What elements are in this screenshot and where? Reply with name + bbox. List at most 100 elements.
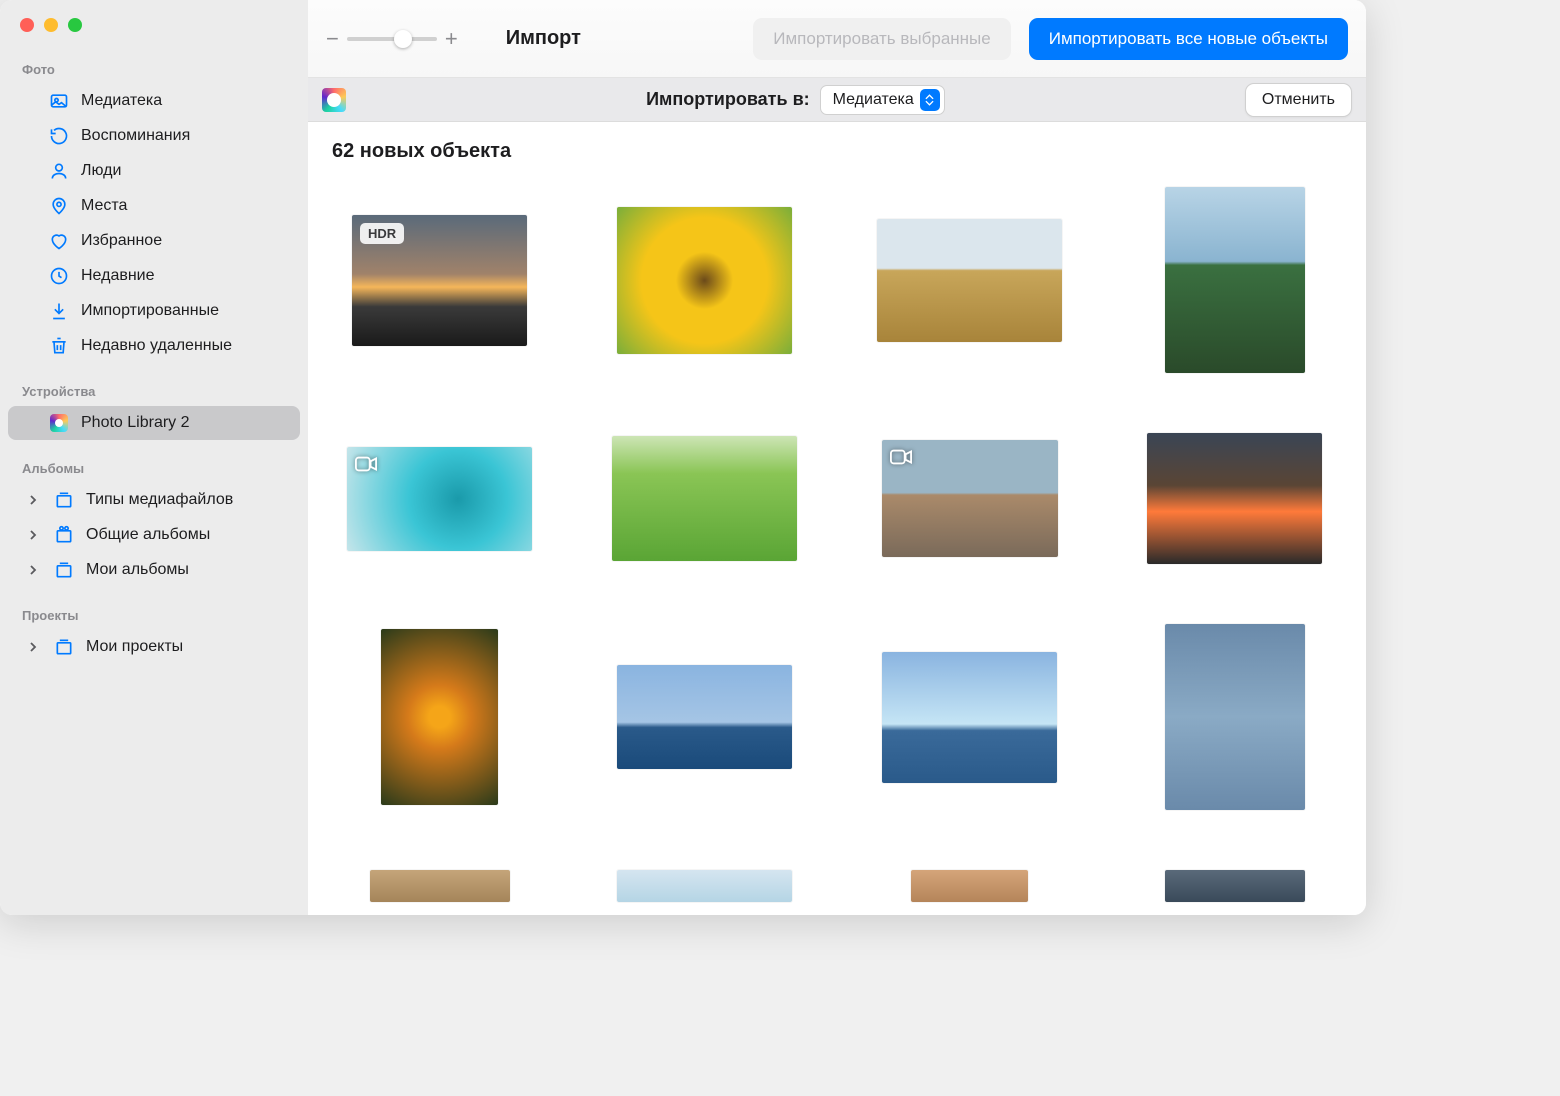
page-title: Импорт: [506, 27, 581, 50]
sidebar-item-label: Импортированные: [81, 302, 219, 320]
import-to-label: Импортировать в:: [646, 89, 810, 110]
photo-thumbnail[interactable]: [1165, 870, 1305, 902]
photo-thumbnail[interactable]: [347, 447, 532, 551]
thumbnail-image: [882, 652, 1057, 783]
zoom-in-icon[interactable]: +: [445, 26, 458, 52]
photo-thumbnail[interactable]: [617, 870, 792, 902]
chevron-right-icon[interactable]: [26, 494, 40, 506]
photo-thumbnail[interactable]: [1165, 187, 1305, 373]
import-destination-value: Медиатека: [833, 91, 914, 109]
album-icon: [53, 489, 75, 511]
sidebar-section-projects: Проекты: [0, 602, 308, 629]
sidebar-item-label: Избранное: [81, 232, 162, 250]
photo-thumbnail[interactable]: [882, 440, 1058, 557]
places-icon: [48, 195, 70, 217]
photo-thumbnail[interactable]: [1147, 433, 1322, 564]
thumbnail-image: [1165, 624, 1305, 810]
photo-thumbnail[interactable]: [1165, 624, 1305, 810]
sidebar-item-label: Недавно удаленные: [81, 337, 232, 355]
library-icon: [48, 90, 70, 112]
sidebar-item-label: Photo Library 2: [81, 414, 190, 432]
app-window: Фото Медиатека Воспоминания Люди Места Избра…: [0, 0, 1366, 915]
photo-thumbnail[interactable]: [617, 665, 792, 769]
thumbnail-image: [1165, 187, 1305, 373]
sidebar-item-library[interactable]: Медиатека: [8, 84, 300, 118]
close-window-button[interactable]: [20, 18, 34, 32]
fullscreen-window-button[interactable]: [68, 18, 82, 32]
zoom-slider[interactable]: − +: [326, 26, 458, 52]
video-badge-icon: [890, 448, 912, 466]
thumbnail-image: [617, 207, 792, 354]
main-area: − + Импорт Импортировать выбранные Импор…: [308, 0, 1366, 915]
photo-thumbnail[interactable]: [612, 436, 797, 561]
import-destination-select[interactable]: Медиатека: [820, 85, 945, 115]
sidebar-section-photos: Фото: [0, 56, 308, 83]
zoom-knob[interactable]: [394, 30, 412, 48]
content-scroll[interactable]: 62 новых объекта HDR: [308, 122, 1366, 915]
sidebar-item-label: Типы медиафайлов: [86, 491, 233, 509]
thumbnail-image: [370, 870, 510, 902]
sidebar: Фото Медиатека Воспоминания Люди Места Избра…: [0, 0, 308, 915]
import-destination-bar: Импортировать в: Медиатека Отменить: [308, 78, 1366, 122]
photo-thumbnail[interactable]: HDR: [352, 215, 527, 346]
sidebar-item-people[interactable]: Люди: [8, 154, 300, 188]
thumbnail-image: [877, 219, 1062, 342]
photo-thumbnail[interactable]: [882, 652, 1057, 783]
sidebar-item-label: Мои альбомы: [86, 561, 189, 579]
thumbnail-grid: HDR: [332, 187, 1342, 902]
recents-icon: [48, 265, 70, 287]
thumbnail-image: [911, 870, 1028, 902]
zoom-track[interactable]: [347, 37, 437, 41]
thumbnail-image: [612, 436, 797, 561]
new-items-heading: 62 новых объекта: [332, 140, 1342, 163]
sidebar-item-trash[interactable]: Недавно удаленные: [8, 329, 300, 363]
minimize-window-button[interactable]: [44, 18, 58, 32]
imports-icon: [48, 300, 70, 322]
memories-icon: [48, 125, 70, 147]
app-icon: [48, 412, 70, 434]
chevron-right-icon[interactable]: [26, 529, 40, 541]
video-badge-icon: [355, 455, 377, 473]
window-controls: [0, 18, 308, 56]
photo-thumbnail[interactable]: [877, 219, 1062, 342]
thumbnail-image: [1147, 433, 1322, 564]
sidebar-item-label: Мои проекты: [86, 638, 183, 656]
cancel-button[interactable]: Отменить: [1245, 83, 1352, 117]
photo-thumbnail[interactable]: [381, 629, 498, 805]
sidebar-item-shared[interactable]: Общие альбомы: [8, 518, 300, 552]
thumbnail-image: [617, 665, 792, 769]
sidebar-item-album[interactable]: Мои проекты: [8, 630, 300, 664]
sidebar-item-recents[interactable]: Недавние: [8, 259, 300, 293]
photo-thumbnail[interactable]: [911, 870, 1028, 902]
sidebar-item-favorites[interactable]: Избранное: [8, 224, 300, 258]
sidebar-item-memories[interactable]: Воспоминания: [8, 119, 300, 153]
sidebar-item-label: Люди: [81, 162, 121, 180]
photo-thumbnail[interactable]: [370, 870, 510, 902]
toolbar: − + Импорт Импортировать выбранные Импор…: [308, 0, 1366, 78]
trash-icon: [48, 335, 70, 357]
favorites-icon: [48, 230, 70, 252]
chevron-right-icon[interactable]: [26, 564, 40, 576]
sidebar-item-label: Воспоминания: [81, 127, 190, 145]
zoom-out-icon[interactable]: −: [326, 26, 339, 52]
select-stepper-icon: [920, 89, 940, 111]
sidebar-item-label: Недавние: [81, 267, 155, 285]
photo-thumbnail[interactable]: [617, 207, 792, 354]
hdr-badge: HDR: [360, 223, 404, 244]
album-icon: [53, 559, 75, 581]
sidebar-item-album[interactable]: Мои альбомы: [8, 553, 300, 587]
sidebar-item-label: Места: [81, 197, 127, 215]
thumbnail-image: [1165, 870, 1305, 902]
sidebar-item-places[interactable]: Места: [8, 189, 300, 223]
photos-app-icon: [322, 88, 346, 112]
import-all-button[interactable]: Импортировать все новые объекты: [1029, 18, 1348, 60]
people-icon: [48, 160, 70, 182]
sidebar-item-imports[interactable]: Импортированные: [8, 294, 300, 328]
sidebar-item-label: Медиатека: [81, 92, 162, 110]
sidebar-item-app[interactable]: Photo Library 2: [8, 406, 300, 440]
sidebar-section-devices: Устройства: [0, 378, 308, 405]
shared-icon: [53, 524, 75, 546]
sidebar-item-album[interactable]: Типы медиафайлов: [8, 483, 300, 517]
chevron-right-icon[interactable]: [26, 641, 40, 653]
import-selected-button[interactable]: Импортировать выбранные: [753, 18, 1010, 60]
